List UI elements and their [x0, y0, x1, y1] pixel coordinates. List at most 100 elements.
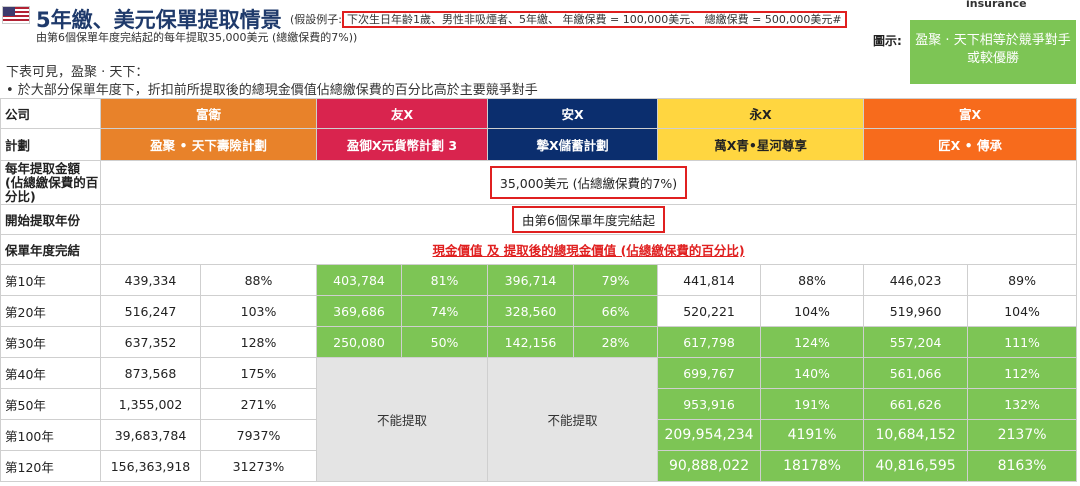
section-title: 現金價值 及 提取後的總現金價值 (佔總繳保費的百分比) [99, 234, 1078, 265]
cell-pct: 103% [199, 295, 318, 327]
cell-pct: 18178% [760, 450, 865, 482]
cell-pct: 7937% [199, 419, 318, 451]
cell-value: 873,568 [100, 357, 201, 389]
withdraw-amount-label: 每年提取金額 (佔總繳保費的百分比) [0, 160, 101, 205]
plan-row: 計劃 盈聚 • 天下壽險計劃 盈御X元貨幣計劃 3 摯X儲蓄計劃 萬X青•星河尊… [0, 128, 1078, 161]
plan-row-label: 計劃 [0, 128, 101, 161]
cell-value: 328,560 [487, 295, 575, 327]
legend-box: 盈聚 · 天下相等於競爭對手或較優勝 [910, 20, 1076, 84]
cell-pct: 104% [760, 295, 865, 327]
cell-value: 561,066 [863, 357, 969, 389]
plan-4: 萬X青•星河尊享 [657, 128, 865, 161]
company-row: 公司 富衛 友X 安X 永X 富X [0, 98, 1078, 129]
cell-pct: 79% [573, 264, 659, 296]
cell-pct: 104% [967, 295, 1078, 327]
comparison-table: 公司 富衛 友X 安X 永X 富X 計劃 盈聚 • 天下壽險計劃 盈御X元貨幣計… [0, 98, 1078, 482]
start-year-label: 開始提取年份 [0, 204, 101, 235]
cell-value: 10,684,152 [863, 419, 969, 451]
cell-pct: 111% [967, 326, 1078, 358]
company-2: 友X [316, 98, 489, 129]
company-4: 永X [657, 98, 865, 129]
cell-value: 637,352 [100, 326, 201, 358]
company-3: 安X [487, 98, 659, 129]
cell-value: 1,355,002 [100, 388, 201, 420]
cell-value: 40,816,595 [863, 450, 969, 482]
row-year: 第30年 [0, 326, 101, 358]
assumption-note: (假設例子: 下次生日年齡1歲、男性非吸煙者、5年繳、 年繳保費 = 100,00… [290, 11, 847, 28]
table-row: 第10年 439,334 88% 403,784 81% 396,714 79%… [0, 264, 1078, 296]
cell-value: 396,714 [487, 264, 575, 296]
plan-3: 摯X儲蓄計劃 [487, 128, 659, 161]
row-year: 第40年 [0, 357, 101, 389]
cell-pct: 191% [760, 388, 865, 420]
assumption-box: 下次生日年齡1歲、男性非吸煙者、5年繳、 年繳保費 = 100,000美元、 總… [342, 11, 847, 28]
cell-value: 441,814 [657, 264, 762, 296]
start-year-row: 開始提取年份 由第6個保單年度完結起 [0, 204, 1078, 235]
cell-value: 446,023 [863, 264, 969, 296]
cell-value: 516,247 [100, 295, 201, 327]
us-flag-icon [2, 6, 30, 24]
cell-pct: 88% [199, 264, 318, 296]
withdraw-amount-row: 每年提取金額 (佔總繳保費的百分比) 35,000美元 (佔總繳保費的7%) [0, 160, 1078, 205]
row-year: 第20年 [0, 295, 101, 327]
cell-pct: 88% [760, 264, 865, 296]
company-1: 富衛 [99, 98, 318, 129]
table-row: 第30年 637,352 128% 250,080 50% 142,156 28… [0, 326, 1078, 358]
cell-value: 250,080 [316, 326, 403, 358]
cell-value: 699,767 [657, 357, 762, 389]
table-row: 第20年 516,247 103% 369,686 74% 328,560 66… [0, 295, 1078, 327]
row-year: 第100年 [0, 419, 101, 451]
policy-year-end-label: 保單年度完結 [0, 234, 101, 265]
cell-value: 439,334 [100, 264, 201, 296]
insurance-label: insurance [966, 0, 1027, 10]
cell-pct: 175% [199, 357, 318, 389]
cell-value: 519,960 [863, 295, 969, 327]
withdraw-amount-value: 35,000美元 (佔總繳保費的7%) [99, 160, 1078, 205]
cell-pct: 81% [401, 264, 489, 296]
cell-pct: 4191% [760, 419, 865, 451]
cell-value: 369,686 [316, 295, 403, 327]
cell-pct: 2137% [967, 419, 1078, 451]
cell-value: 90,888,022 [657, 450, 762, 482]
intro-line-1: 下表可見，盈聚 · 天下： [6, 65, 149, 80]
start-year-value: 由第6個保單年度完結起 [99, 204, 1078, 235]
cell-value: 156,363,918 [100, 450, 201, 482]
cell-value: 661,626 [863, 388, 969, 420]
not-withdrawable-company-3: 不能提取 [487, 357, 659, 482]
cell-pct: 140% [760, 357, 865, 389]
company-row-label: 公司 [0, 98, 101, 129]
cell-pct: 50% [401, 326, 489, 358]
cell-pct: 128% [199, 326, 318, 358]
row-year: 第10年 [0, 264, 101, 296]
cell-value: 617,798 [657, 326, 762, 358]
cell-pct: 132% [967, 388, 1078, 420]
cell-pct: 31273% [199, 450, 318, 482]
table-row: 第40年 873,568 175% 不能提取 不能提取 699,767 140%… [0, 357, 1078, 482]
plan-1: 盈聚 • 天下壽險計劃 [99, 128, 318, 161]
cell-pct: 271% [199, 388, 318, 420]
plan-5: 匠X • 傳承 [863, 128, 1078, 161]
not-withdrawable-company-2: 不能提取 [316, 357, 489, 482]
cell-pct: 74% [401, 295, 489, 327]
row-year: 第120年 [0, 450, 101, 482]
cell-value: 520,221 [657, 295, 762, 327]
cell-value: 557,204 [863, 326, 969, 358]
section-title-row: 保單年度完結 現金價值 及 提取後的總現金價值 (佔總繳保費的百分比) [0, 234, 1078, 265]
cell-value: 209,954,234 [657, 419, 762, 451]
cell-pct: 124% [760, 326, 865, 358]
legend-label: 圖示: [873, 34, 902, 48]
cell-pct: 112% [967, 357, 1078, 389]
intro-line-2: • 於大部分保單年度下，折扣前所提取後的總現金價值佔總繳保費的百分比高於主要競爭… [6, 83, 538, 98]
withdrawal-subline: 由第6個保單年度完結起的每年提取35,000美元 (總繳保費的7%)) [36, 31, 358, 44]
company-5: 富X [863, 98, 1078, 129]
cell-pct: 8163% [967, 450, 1078, 482]
cell-pct: 89% [967, 264, 1078, 296]
cell-pct: 66% [573, 295, 659, 327]
cell-value: 39,683,784 [100, 419, 201, 451]
cell-value: 142,156 [487, 326, 575, 358]
plan-2: 盈御X元貨幣計劃 3 [316, 128, 489, 161]
cell-pct: 28% [573, 326, 659, 358]
cell-value: 953,916 [657, 388, 762, 420]
row-year: 第50年 [0, 388, 101, 420]
cell-value: 403,784 [316, 264, 403, 296]
